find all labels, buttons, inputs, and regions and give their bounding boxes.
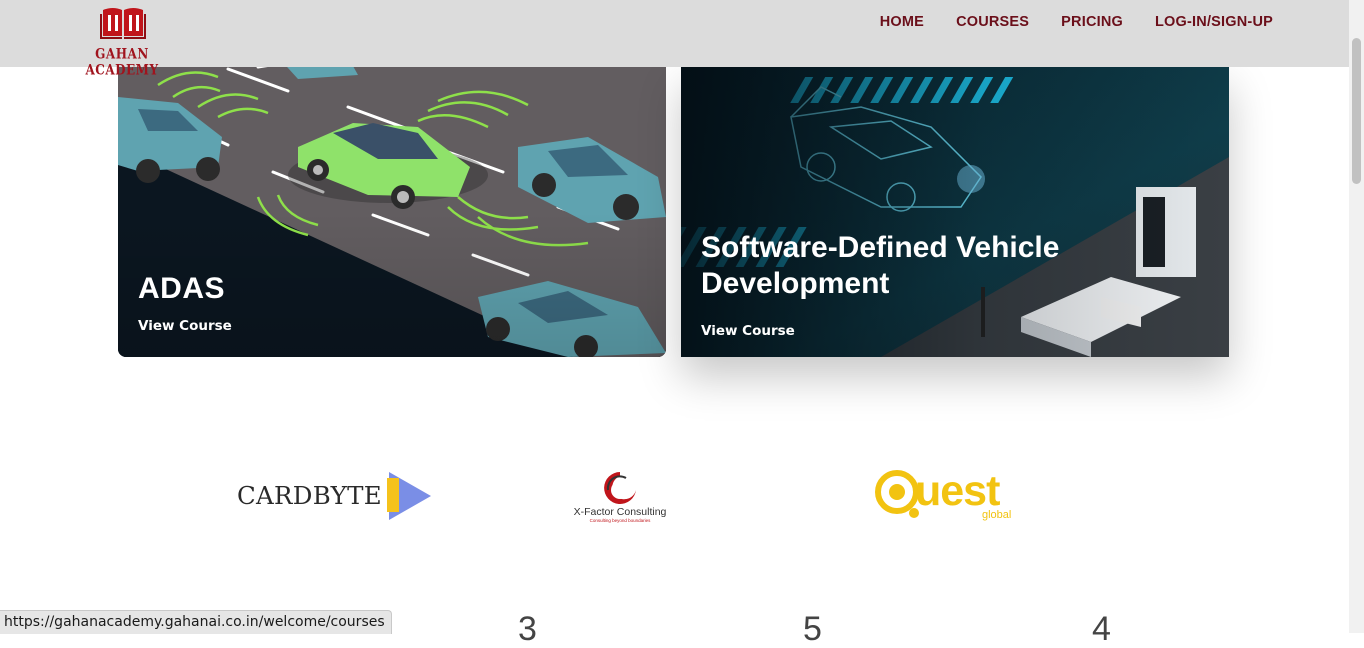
main-nav: HOME COURSES PRICING LOG-IN/SIGN-UP (848, 14, 1273, 30)
course-title-sdv: Software-Defined Vehicle Development (701, 231, 1060, 300)
nav-pricing[interactable]: PRICING (1061, 14, 1123, 30)
nav-courses[interactable]: COURSES (956, 14, 1029, 30)
stat-number: 3 (518, 610, 537, 648)
stat-number: 5 (803, 610, 822, 648)
course-card-sdv[interactable]: Software-Defined Vehicle Development Vie… (681, 67, 1229, 357)
sdv-illustration (681, 67, 1229, 357)
book-logo-icon (100, 8, 146, 39)
course-title-adas: ADAS (138, 272, 226, 305)
view-course-link-sdv[interactable]: View Course (701, 323, 795, 339)
cardbyte-wordmark: CARDBYTE (237, 481, 382, 510)
view-course-link-adas[interactable]: View Course (138, 318, 232, 334)
partner-logo-xfactor: X-Factor Consulting Consulting beyond bo… (568, 468, 672, 526)
navbar: GAHAN ACADEMY HOME COURSES PRICING LOG-I… (0, 0, 1349, 78)
xfactor-tagline: Consulting beyond boundaries (589, 518, 651, 523)
quest-sub: global (982, 509, 1012, 521)
nav-login-signup[interactable]: LOG-IN/SIGN-UP (1155, 14, 1273, 30)
site-logo[interactable]: GAHAN ACADEMY (76, 4, 168, 78)
logo-text: GAHAN ACADEMY (85, 45, 159, 79)
nav-home[interactable]: HOME (880, 14, 924, 30)
scrollbar-thumb[interactable] (1352, 38, 1361, 184)
xfactor-name: X-Factor Consulting (573, 506, 667, 518)
link-preview-status: https://gahanacademy.gahanai.co.in/welco… (0, 610, 392, 634)
adas-illustration (118, 67, 666, 357)
partner-logo-quest: uest global (875, 466, 1025, 526)
page-scrollbar[interactable] (1349, 0, 1364, 633)
play-arrow-icon (387, 472, 431, 520)
xfactor-swirl-icon (604, 472, 636, 504)
course-card-adas[interactable]: ADAS View Course (118, 67, 666, 357)
stat-number: 4 (1092, 610, 1111, 648)
partner-logo-cardbyte: CARDBYTE (237, 470, 437, 522)
